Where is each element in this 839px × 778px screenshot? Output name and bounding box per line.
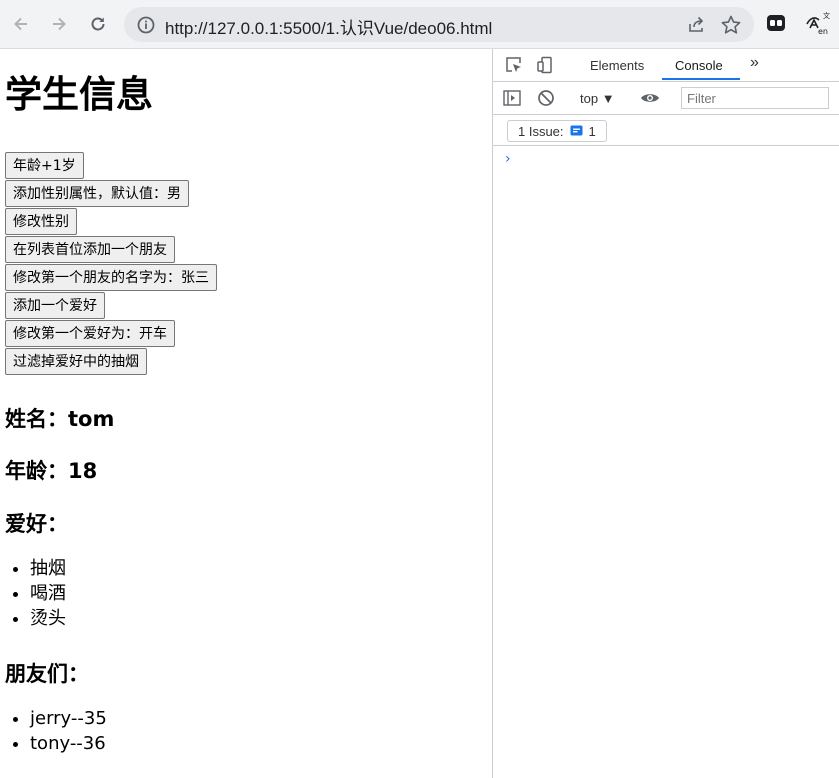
issue-message-icon bbox=[570, 125, 583, 135]
age-plus-one-button[interactable]: 年龄+1岁 bbox=[5, 152, 84, 179]
issues-bar: 1 Issue: 1 bbox=[493, 115, 839, 146]
svg-text:en: en bbox=[818, 27, 828, 36]
list-item: tony--36 bbox=[30, 731, 107, 756]
translate-extension-icon[interactable]: en 文 bbox=[804, 10, 830, 40]
change-gender-button[interactable]: 修改性别 bbox=[5, 208, 77, 235]
tab-elements[interactable]: Elements bbox=[590, 58, 644, 73]
devtools-panel: Elements Console » top ▼ Filter 1 Issue:… bbox=[492, 49, 839, 778]
friends-heading: 朋友们： bbox=[5, 662, 89, 686]
context-selector[interactable]: top ▼ bbox=[580, 91, 615, 106]
svg-text:文: 文 bbox=[823, 11, 830, 20]
list-item: 烫头 bbox=[30, 606, 66, 631]
devtools-tab-bar: Elements Console » bbox=[493, 49, 839, 82]
sidebar-toggle-icon[interactable] bbox=[501, 88, 523, 108]
more-tabs-icon[interactable]: » bbox=[750, 54, 759, 72]
add-hobby-button[interactable]: 添加一个爱好 bbox=[5, 292, 105, 319]
change-first-hobby-button[interactable]: 修改第一个爱好为：开车 bbox=[5, 320, 175, 347]
device-toolbar-icon[interactable] bbox=[534, 55, 556, 75]
page-content: 学生信息 年龄+1岁 添加性别属性，默认值：男 修改性别 在列表首位添加一个朋友… bbox=[0, 49, 492, 778]
browser-toolbar: http://127.0.0.1:5500/1.认识Vue/deo06.html… bbox=[0, 0, 839, 49]
context-label: top bbox=[580, 91, 599, 106]
friend-list: jerry--35 tony--36 bbox=[0, 706, 107, 756]
add-gender-button[interactable]: 添加性别属性，默认值：男 bbox=[5, 180, 189, 207]
page-title: 学生信息 bbox=[5, 73, 153, 116]
live-expression-eye-icon[interactable] bbox=[639, 88, 661, 108]
clear-console-icon[interactable] bbox=[535, 88, 557, 108]
issues-count: 1 bbox=[588, 123, 596, 139]
console-prompt-icon[interactable]: › bbox=[505, 151, 511, 167]
active-tab-indicator bbox=[662, 78, 740, 80]
site-info-icon[interactable] bbox=[136, 15, 156, 35]
name-line: 姓名：tom bbox=[5, 407, 115, 431]
filter-input[interactable]: Filter bbox=[681, 87, 829, 109]
address-bar[interactable]: http://127.0.0.1:5500/1.认识Vue/deo06.html bbox=[124, 7, 754, 42]
back-icon[interactable] bbox=[7, 10, 35, 38]
url-text: http://127.0.0.1:5500/1.认识Vue/deo06.html bbox=[165, 19, 493, 38]
forward-icon[interactable] bbox=[45, 10, 73, 38]
issues-label: 1 Issue: bbox=[518, 123, 564, 139]
action-buttons: 年龄+1岁 添加性别属性，默认值：男 修改性别 在列表首位添加一个朋友 修改第一… bbox=[5, 152, 217, 376]
list-item: jerry--35 bbox=[30, 706, 107, 731]
hobby-heading: 爱好： bbox=[5, 512, 68, 536]
list-item: 抽烟 bbox=[30, 556, 66, 581]
add-friend-first-button[interactable]: 在列表首位添加一个朋友 bbox=[5, 236, 175, 263]
console-toolbar: top ▼ Filter bbox=[493, 82, 839, 115]
tab-console[interactable]: Console bbox=[675, 58, 723, 73]
share-icon[interactable] bbox=[686, 15, 706, 39]
list-item: 喝酒 bbox=[30, 581, 66, 606]
rename-first-friend-button[interactable]: 修改第一个朋友的名字为：张三 bbox=[5, 264, 217, 291]
reload-icon[interactable] bbox=[84, 10, 112, 38]
age-line: 年龄：18 bbox=[5, 459, 98, 483]
issues-button[interactable]: 1 Issue: 1 bbox=[507, 120, 607, 142]
filter-hobby-button[interactable]: 过滤掉爱好中的抽烟 bbox=[5, 348, 147, 375]
inspect-element-icon[interactable] bbox=[503, 55, 525, 75]
extension-icon[interactable] bbox=[766, 13, 786, 37]
hobby-list: 抽烟 喝酒 烫头 bbox=[0, 556, 66, 631]
bookmark-star-icon[interactable] bbox=[720, 14, 742, 40]
